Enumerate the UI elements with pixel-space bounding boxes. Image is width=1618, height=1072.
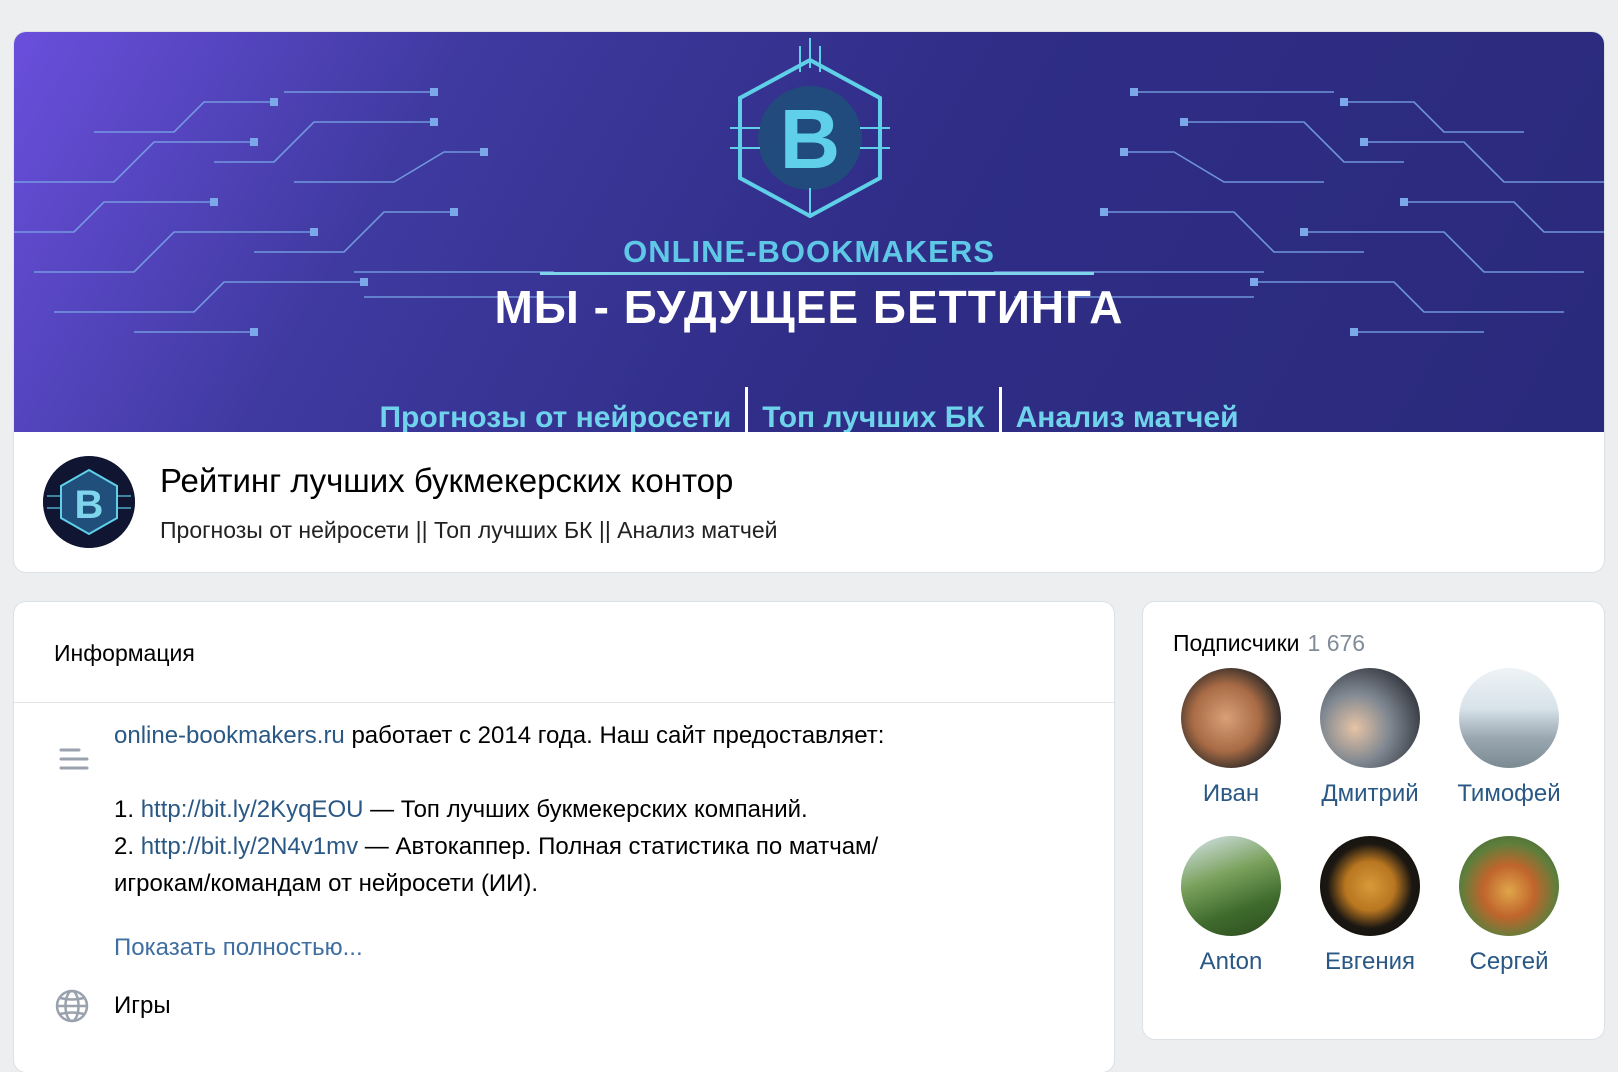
subscriber-item[interactable]: Иван [1161,668,1301,808]
svg-text:B: B [780,92,841,186]
divider [14,702,1114,703]
cover-underline [540,272,1094,275]
description-item: 2. http://bit.ly/2N4v1mv — Автокаппер. П… [114,833,878,861]
subscriber-name: Тимофей [1457,780,1561,807]
avatar [1181,836,1281,936]
avatar [1181,668,1281,768]
cover-menu-separator [998,387,1002,432]
cover-menu-item: Топ лучших БК [762,401,985,432]
subscribers-card: Подписчики 1 676 Иван Дмитрий Тимофей Ant… [1143,602,1604,1039]
cover-brand: ONLINE-BOOKMAKERS [623,234,995,269]
avatar [1459,836,1559,936]
show-more-link[interactable]: Показать полностью... [114,934,363,962]
subscriber-name: Евгения [1325,948,1415,975]
cover-slogan: МЫ - БУДУЩЕЕ БЕТТИНГА [494,281,1124,333]
item-number: 2. [114,833,141,860]
subscriber-name: Иван [1202,780,1260,807]
text-lines-icon [59,748,89,770]
info-card: Информация online-bookmakers.ru работает… [14,602,1114,1072]
subscribers-header[interactable]: Подписчики 1 676 [1173,630,1365,657]
cover-image: B ONLINE-BOOKMAKERS МЫ - БУДУЩЕЕ БЕТТИНГ… [14,32,1604,432]
subscriber-item[interactable]: Дмитрий [1300,668,1440,808]
group-header-card: B ONLINE-BOOKMAKERS МЫ - БУДУЩЕЕ БЕТТИНГ… [14,32,1604,572]
description-item-continued: игрокам/командам от нейросети (ИИ). [114,870,539,897]
item-link[interactable]: http://bit.ly/2KyqEOU [141,796,364,823]
subscriber-item[interactable]: Anton [1161,836,1301,976]
subscriber-name: Anton [1199,948,1263,975]
website-link[interactable]: online-bookmakers.ru [114,722,345,749]
globe-icon [55,989,89,1023]
avatar [1320,668,1420,768]
avatar [1459,668,1559,768]
subscriber-item[interactable]: Евгения [1300,836,1440,976]
group-avatar[interactable]: B [43,456,135,548]
cover-logo-icon: B [730,38,890,218]
cover-menu-item: Прогнозы от нейросети [379,401,732,432]
group-title: Рейтинг лучших букмекерских контор [160,462,734,499]
cover-menu-separator [745,387,749,432]
group-logo-icon: B [43,456,135,548]
category-label[interactable]: Игры [114,992,171,1020]
subscribers-count: 1 676 [1307,630,1366,656]
cover-menu-item: Анализ матчей [1015,401,1239,432]
subscriber-item[interactable]: Сергей [1439,836,1579,976]
cover-menu: Прогнозы от нейросети Топ лучших БК Анал… [14,387,1604,432]
subscribers-label: Подписчики [1173,630,1300,656]
info-title: Информация [54,640,195,666]
item-text: — Топ лучших букмекерских компаний. [363,796,808,823]
subscriber-name: Сергей [1469,948,1549,975]
description-text: работает с 2014 года. Наш сайт предостав… [344,722,885,749]
svg-text:B: B [75,483,104,527]
description-item: 1. http://bit.ly/2KyqEOU — Топ лучших бу… [114,796,808,824]
description-line: online-bookmakers.ru работает с 2014 год… [114,722,884,750]
item-link[interactable]: http://bit.ly/2N4v1mv [141,833,358,860]
subscriber-item[interactable]: Тимофей [1439,668,1579,808]
group-status: Прогнозы от нейросети || Топ лучших БК |… [160,517,778,543]
item-text: — Автокаппер. Полная статистика по матча… [358,833,879,860]
item-number: 1. [114,796,141,823]
avatar [1320,836,1420,936]
subscriber-name: Дмитрий [1321,780,1419,807]
